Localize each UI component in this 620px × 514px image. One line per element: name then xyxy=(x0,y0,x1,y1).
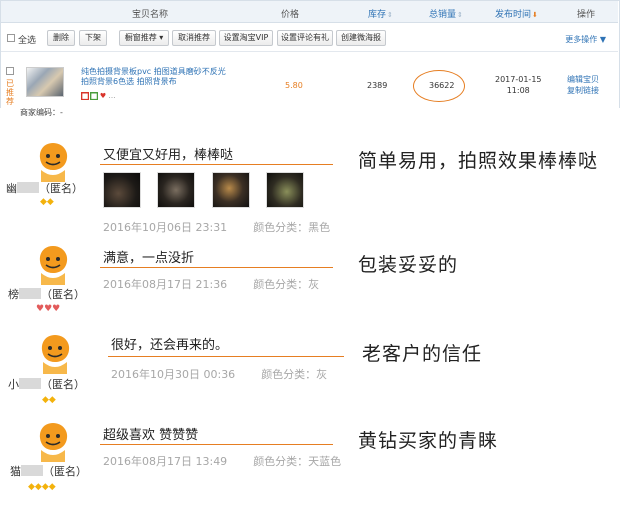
publish-date: 2017-01-15 11:08 xyxy=(495,75,542,95)
more-icon: … xyxy=(108,92,116,100)
sort-desc-icon: ⬇ xyxy=(532,11,538,19)
header-price: 价格 xyxy=(281,10,300,20)
header-ops: 操作 xyxy=(577,10,596,20)
buyer-rank-icon: ♥♥♥ xyxy=(36,304,61,314)
product-thumbnail[interactable] xyxy=(26,67,64,97)
dropdown-icon: ▾ xyxy=(156,33,164,42)
review-underline xyxy=(100,164,333,165)
masked-name xyxy=(21,465,43,476)
masked-name xyxy=(19,288,41,299)
buyer-rank-icon: ◆◆ xyxy=(40,197,54,207)
review-photo[interactable] xyxy=(212,172,250,208)
tag-icon: ■ xyxy=(90,92,98,100)
product-price: 5.80 xyxy=(285,81,303,90)
sort-icon: ⇕ xyxy=(387,11,393,19)
recommended-badge: 已推荐 xyxy=(6,79,14,106)
review-underline xyxy=(108,356,344,357)
review-photo[interactable] xyxy=(266,172,304,208)
review-text: 很好，还会再来的。 xyxy=(111,338,229,353)
buyer-rank-icon: ◆◆ xyxy=(42,395,56,405)
copy-link-link[interactable]: 复制链接 xyxy=(567,85,599,96)
header-sales[interactable]: 总销量⇕ xyxy=(429,7,463,20)
buyer-avatar xyxy=(32,140,74,182)
review-text: 超级喜欢 赞赞赞 xyxy=(103,428,199,443)
create-poster-button[interactable]: 创建微海报 xyxy=(336,30,386,46)
buyer-rank-icon: ◆◆◆◆ xyxy=(28,482,56,492)
review-meta: 2016年08月17日 21:36 颜色分类：灰 xyxy=(103,278,320,291)
set-vip-button[interactable]: 设置淘宝VIP xyxy=(219,30,273,46)
buyer-name: 猫（匿名） xyxy=(10,465,87,478)
buyer-avatar xyxy=(32,420,74,462)
masked-name xyxy=(19,378,41,389)
buyer-avatar xyxy=(34,332,76,374)
review-text: 满意，一点没折 xyxy=(103,251,195,266)
select-all-checkbox[interactable] xyxy=(7,34,15,42)
review-caption: 老客户的信任 xyxy=(362,343,483,365)
tag-icon: ■ xyxy=(81,92,89,100)
cancel-recommend-button[interactable]: 取消推荐 xyxy=(172,30,216,46)
edit-item-link[interactable]: 编辑宝贝 xyxy=(567,74,599,85)
product-title-link[interactable]: 纯色拍摄背景板pvc 拍图道具磨砂不反光 拍照背景6色选 拍照背景布 xyxy=(81,67,241,87)
buyer-avatar xyxy=(32,243,74,285)
review-gift-button[interactable]: 设置评论有礼 xyxy=(277,30,333,46)
product-stock: 2389 xyxy=(367,81,388,90)
row-checkbox[interactable] xyxy=(6,67,14,75)
review-photo[interactable] xyxy=(103,172,141,208)
review-meta: 2016年08月17日 13:49 颜色分类：天蓝色 xyxy=(103,455,342,468)
review-caption: 包装妥妥的 xyxy=(358,254,459,276)
sort-icon: ⇕ xyxy=(457,11,463,19)
review-meta: 2016年10月06日 23:31 颜色分类：黑色 xyxy=(103,221,331,234)
masked-name xyxy=(17,182,39,193)
delist-button[interactable]: 下架 xyxy=(79,30,107,46)
product-tags: ■ ■ ♥… xyxy=(81,91,117,100)
header-date[interactable]: 发布时间⬇ xyxy=(495,7,538,20)
buyer-name: 榜（匿名） xyxy=(8,288,85,301)
select-all-label: 全选 xyxy=(18,36,37,46)
buyer-name: 小（匿名） xyxy=(8,378,85,391)
review-meta: 2016年10月30日 00:36 颜色分类：灰 xyxy=(111,368,328,381)
review-caption: 简单易用，拍照效果棒棒哒 xyxy=(358,150,599,172)
merchant-code: 商家编码：- xyxy=(20,108,63,117)
buyer-name: 幽（匿名） xyxy=(6,182,83,195)
review-text: 又便宜又好用，棒棒哒 xyxy=(103,148,234,163)
table-row: 已推荐 纯色拍摄背景板pvc 拍图道具磨砂不反光 拍照背景6色选 拍照背景布 ■… xyxy=(1,53,618,108)
window-recommend-button[interactable]: 橱窗推荐 ▾ xyxy=(119,30,169,46)
header-item-name: 宝贝名称 xyxy=(132,10,169,20)
table-header: 宝贝名称 价格 库存⇕ 总销量⇕ 发布时间⬇ 操作 xyxy=(1,1,618,23)
product-sales: 36622 xyxy=(429,81,455,90)
header-stock[interactable]: 库存⇕ xyxy=(368,7,393,20)
table-toolbar: 全选 删除 下架 橱窗推荐 ▾ 取消推荐 设置淘宝VIP 设置评论有礼 创建微海… xyxy=(1,24,618,52)
heart-icon: ♥ xyxy=(99,92,107,100)
row-operations: 编辑宝贝 复制链接 xyxy=(567,74,599,96)
delete-button[interactable]: 删除 xyxy=(47,30,75,46)
review-caption: 黄钻买家的青睐 xyxy=(358,430,499,452)
review-underline xyxy=(100,267,333,268)
review-underline xyxy=(100,444,333,445)
more-operations-menu[interactable]: 更多操作 ▼ xyxy=(565,34,606,45)
review-photo[interactable] xyxy=(157,172,195,208)
